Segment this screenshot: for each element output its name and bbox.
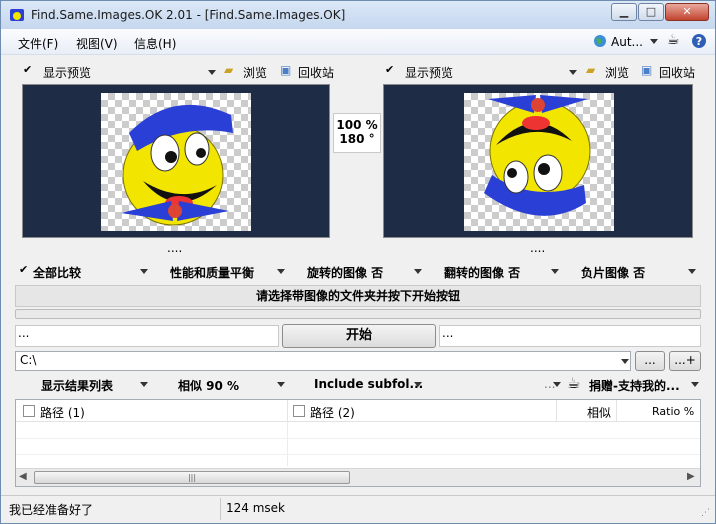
browse-folder-button[interactable]: ... <box>635 351 665 371</box>
right-dots: .... <box>530 241 546 255</box>
chevron-down-icon[interactable] <box>553 382 561 387</box>
status-time: 124 msek <box>226 501 285 515</box>
folder-icon: ▰ <box>586 63 596 77</box>
donate-link[interactable]: 捐赠-支持我的... <box>589 377 680 394</box>
start-button[interactable]: 开始 <box>282 324 436 348</box>
left-preview-area[interactable] <box>22 84 330 238</box>
negative-option[interactable]: 负片图像 否 <box>581 264 645 281</box>
right-image-thumbnail[interactable] <box>464 93 614 231</box>
instruction-banner: 请选择带图像的文件夹并按下开始按钮 <box>15 285 701 307</box>
performance-option[interactable]: 性能和质量平衡 <box>170 264 254 281</box>
chevron-down-icon[interactable] <box>650 39 658 44</box>
status-bar: 我已经准备好了 124 msek ⋰ <box>1 495 715 523</box>
table-header: 路径 (1) 路径 (2) 相似 Ratio % <box>16 400 700 422</box>
column-ratio[interactable]: Ratio % <box>652 405 694 418</box>
column-similar[interactable]: 相似 <box>587 404 611 421</box>
app-icon <box>10 9 24 21</box>
right-recycle-button[interactable]: 回收站 <box>659 64 711 81</box>
left-preview-toggle[interactable]: 显示预览 <box>43 64 91 81</box>
chevron-down-icon[interactable] <box>140 382 148 387</box>
maximize-button[interactable]: □ <box>638 3 664 21</box>
show-results-option[interactable]: 显示结果列表 <box>41 377 113 394</box>
chevron-down-icon[interactable] <box>140 269 148 274</box>
left-recycle-button[interactable]: 回收站 <box>298 64 334 81</box>
column-path1[interactable]: 路径 (1) <box>40 404 85 421</box>
smiley-rotated-image <box>484 95 591 216</box>
right-progress-text: ... <box>439 325 701 347</box>
chevron-down-icon[interactable] <box>688 269 696 274</box>
chevron-down-icon[interactable] <box>621 359 629 364</box>
left-dots: .... <box>167 241 183 255</box>
rotated-option[interactable]: 旋转的图像 否 <box>307 264 383 281</box>
help-icon[interactable]: ? <box>691 33 707 49</box>
chevron-down-icon[interactable] <box>277 269 285 274</box>
chevron-down-icon[interactable] <box>551 269 559 274</box>
check-icon[interactable]: ✔ <box>19 263 28 276</box>
zoom-level: 100 % <box>336 118 378 132</box>
coffee-icon[interactable]: ☕ <box>667 32 680 48</box>
chevron-down-icon[interactable] <box>569 70 577 75</box>
smiley-image <box>121 104 233 226</box>
check-icon[interactable]: ✔ <box>385 63 394 76</box>
right-browse-button[interactable]: 浏览 <box>605 64 629 81</box>
left-browse-button[interactable]: 浏览 <box>243 64 267 81</box>
menu-bar: 文件(F) 视图(V) 信息(H) Aut... ☕ ? <box>1 29 715 55</box>
results-table: 路径 (1) 路径 (2) 相似 Ratio % ◀ ||| ▶ <box>15 399 701 487</box>
window-title: Find.Same.Images.OK 2.01 - [Find.Same.Im… <box>31 8 346 22</box>
rotation-degree: 180 ° <box>339 132 375 146</box>
chevron-down-icon[interactable] <box>414 382 422 387</box>
include-subfolders-option[interactable]: Include subfol... <box>314 377 423 391</box>
select-all-checkbox-2[interactable] <box>293 405 305 417</box>
path-input[interactable]: C:\ <box>15 351 631 371</box>
scroll-left-icon[interactable]: ◀ <box>19 471 27 482</box>
resize-grip-icon[interactable]: ⋰ <box>701 508 710 518</box>
menu-info[interactable]: 信息(H) <box>134 35 176 52</box>
close-button[interactable]: ✕ <box>665 3 709 21</box>
chevron-down-icon[interactable] <box>277 382 285 387</box>
recycle-bin-icon: ▣ <box>280 63 292 77</box>
check-icon[interactable]: ✔ <box>23 63 32 76</box>
language-selector[interactable]: Aut... <box>611 35 643 49</box>
menu-file[interactable]: 文件(F) <box>18 35 58 52</box>
left-progress-text: ... <box>15 325 279 347</box>
folder-icon: ▰ <box>224 63 234 77</box>
menu-view[interactable]: 视图(V) <box>76 35 118 52</box>
right-preview-toggle[interactable]: 显示预览 <box>405 64 453 81</box>
select-all-checkbox-1[interactable] <box>23 405 35 417</box>
flipped-option[interactable]: 翻转的图像 否 <box>444 264 520 281</box>
chevron-down-icon[interactable] <box>208 70 216 75</box>
similarity-option[interactable]: 相似 90 % <box>178 377 239 394</box>
info-box: 100 % 180 ° <box>333 113 381 153</box>
title-bar: Find.Same.Images.OK 2.01 - [Find.Same.Im… <box>1 1 715 29</box>
chevron-down-icon[interactable] <box>691 382 699 387</box>
right-preview-area[interactable] <box>383 84 693 238</box>
column-path2[interactable]: 路径 (2) <box>310 404 355 421</box>
chevron-down-icon[interactable] <box>414 269 422 274</box>
progress-bar <box>15 309 701 319</box>
scroll-thumb[interactable]: ||| <box>34 471 350 484</box>
minimize-button[interactable]: ▁ <box>611 3 637 21</box>
recycle-bin-icon: ▣ <box>641 63 653 77</box>
scroll-right-icon[interactable]: ▶ <box>687 471 695 482</box>
compare-all-option[interactable]: 全部比较 <box>33 264 81 281</box>
main-window: Find.Same.Images.OK 2.01 - [Find.Same.Im… <box>0 0 716 524</box>
left-image-thumbnail[interactable] <box>101 93 251 231</box>
add-folder-button[interactable]: ...+ <box>669 351 701 371</box>
status-message: 我已经准备好了 <box>9 503 94 517</box>
svg-text:?: ? <box>696 35 702 48</box>
globe-icon[interactable] <box>593 34 607 48</box>
coffee-cup-icon: ☕ <box>567 374 581 392</box>
horizontal-scrollbar[interactable]: ◀ ||| ▶ <box>16 468 700 486</box>
